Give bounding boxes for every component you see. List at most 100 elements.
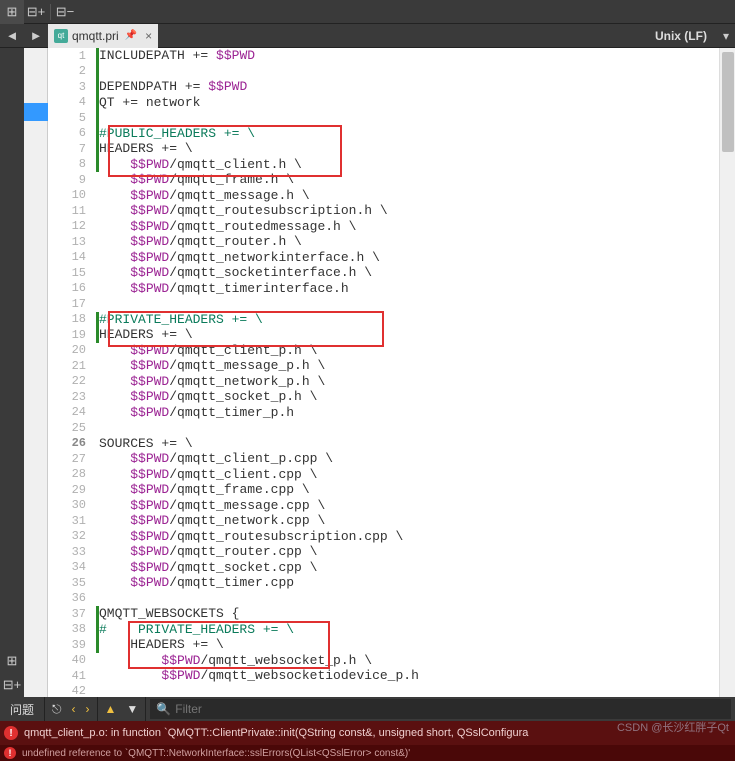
code-line[interactable]: 35 $$PWD/qmqtt_timer.cpp <box>48 575 719 591</box>
code-line[interactable]: 4QT += network <box>48 95 719 111</box>
code-line[interactable]: 18#PRIVATE_HEADERS += \ <box>48 312 719 328</box>
code-line[interactable]: 8 $$PWD/qmqtt_client.h \ <box>48 157 719 173</box>
code-line[interactable]: 33 $$PWD/qmqtt_router.cpp \ <box>48 544 719 560</box>
line-number: 1 <box>48 49 96 63</box>
line-number: 41 <box>48 669 96 683</box>
code-line[interactable]: 42 <box>48 684 719 698</box>
prev-issue-icon[interactable]: ‹ <box>69 702 79 716</box>
code-line[interactable]: 22 $$PWD/qmqtt_network_p.h \ <box>48 374 719 390</box>
code-text: INCLUDEPATH += $$PWD <box>99 48 719 63</box>
code-line[interactable]: 41 $$PWD/qmqtt_websocketiodevice_p.h <box>48 668 719 684</box>
line-number: 29 <box>48 483 96 497</box>
code-line[interactable]: 26SOURCES += \ <box>48 436 719 452</box>
code-line[interactable]: 13 $$PWD/qmqtt_router.h \ <box>48 234 719 250</box>
code-text: $$PWD/qmqtt_client_p.h \ <box>99 343 719 358</box>
code-line[interactable]: 1INCLUDEPATH += $$PWD <box>48 48 719 64</box>
error-row-2[interactable]: ! undefined reference to `QMQTT::Network… <box>0 745 735 761</box>
code-line[interactable]: 29 $$PWD/qmqtt_frame.cpp \ <box>48 482 719 498</box>
code-text: $$PWD/qmqtt_message.h \ <box>99 188 719 203</box>
warning-icon[interactable]: ▲ <box>102 702 120 716</box>
code-text: $$PWD/qmqtt_frame.h \ <box>99 172 719 187</box>
code-text: $$PWD/qmqtt_routedmessage.h \ <box>99 219 719 234</box>
code-line[interactable]: 36 <box>48 591 719 607</box>
code-text: #PRIVATE_HEADERS += \ <box>99 312 719 327</box>
line-number: 4 <box>48 95 96 109</box>
line-number: 32 <box>48 529 96 543</box>
code-text: #PUBLIC_HEADERS += \ <box>99 126 719 141</box>
add-split-icon[interactable]: ⊟+ <box>24 0 48 24</box>
code-text: QMQTT_WEBSOCKETS { <box>99 606 719 621</box>
file-tab-active[interactable]: qt qmqtt.pri 📌 × <box>48 24 158 48</box>
rail-add-icon[interactable]: ⊟+ <box>0 673 24 697</box>
filter-input[interactable] <box>175 702 725 716</box>
code-line[interactable]: 38# PRIVATE_HEADERS += \ <box>48 622 719 638</box>
code-line[interactable]: 21 $$PWD/qmqtt_message_p.h \ <box>48 358 719 374</box>
line-number: 22 <box>48 374 96 388</box>
pin-icon[interactable]: 📌 <box>125 30 137 41</box>
layout-icon[interactable]: ⊞ <box>0 0 24 24</box>
code-line[interactable]: 25 <box>48 420 719 436</box>
code-text: $$PWD/qmqtt_message.cpp \ <box>99 498 719 513</box>
code-text: $$PWD/qmqtt_timerinterface.h <box>99 281 719 296</box>
code-line[interactable]: 31 $$PWD/qmqtt_network.cpp \ <box>48 513 719 529</box>
code-line[interactable]: 12 $$PWD/qmqtt_routedmessage.h \ <box>48 219 719 235</box>
code-line[interactable]: 40 $$PWD/qmqtt_websocket_p.h \ <box>48 653 719 669</box>
line-number: 25 <box>48 421 96 435</box>
error-icon: ! <box>4 726 18 740</box>
code-line[interactable]: 24 $$PWD/qmqtt_timer_p.h <box>48 405 719 421</box>
code-line[interactable]: 39 HEADERS += \ <box>48 637 719 653</box>
code-line[interactable]: 34 $$PWD/qmqtt_socket.cpp \ <box>48 560 719 576</box>
code-line[interactable]: 17 <box>48 296 719 312</box>
line-number: 21 <box>48 359 96 373</box>
code-line[interactable]: 30 $$PWD/qmqtt_message.cpp \ <box>48 498 719 514</box>
code-line[interactable]: 7HEADERS += \ <box>48 141 719 157</box>
code-text: $$PWD/qmqtt_frame.cpp \ <box>99 482 719 497</box>
code-text: $$PWD/qmqtt_socket.cpp \ <box>99 560 719 575</box>
error-row-1[interactable]: ! qmqtt_client_p.o: in function `QMQTT::… <box>0 721 735 745</box>
code-line[interactable]: 28 $$PWD/qmqtt_client.cpp \ <box>48 467 719 483</box>
line-number: 28 <box>48 467 96 481</box>
next-issue-icon[interactable]: › <box>83 702 93 716</box>
code-line[interactable]: 14 $$PWD/qmqtt_networkinterface.h \ <box>48 250 719 266</box>
code-line[interactable]: 2 <box>48 64 719 80</box>
code-line[interactable]: 10 $$PWD/qmqtt_message.h \ <box>48 188 719 204</box>
prev-tab-icon[interactable]: ◄ <box>0 24 24 48</box>
code-line[interactable]: 19HEADERS += \ <box>48 327 719 343</box>
tab-menu-icon[interactable]: ▾ <box>717 29 735 43</box>
code-line[interactable]: 5 <box>48 110 719 126</box>
code-editor[interactable]: 1INCLUDEPATH += $$PWD23DEPENDPATH += $$P… <box>48 48 735 697</box>
scroll-thumb[interactable] <box>722 52 734 152</box>
problems-tab[interactable]: 问题 <box>0 697 45 721</box>
code-line[interactable]: 15 $$PWD/qmqtt_socketinterface.h \ <box>48 265 719 281</box>
next-tab-icon[interactable]: ► <box>24 24 48 48</box>
line-number: 11 <box>48 204 96 218</box>
line-number: 13 <box>48 235 96 249</box>
line-number: 15 <box>48 266 96 280</box>
code-line[interactable]: 27 $$PWD/qmqtt_client_p.cpp \ <box>48 451 719 467</box>
code-text: $$PWD/qmqtt_timer_p.h <box>99 405 719 420</box>
remove-split-icon[interactable]: ⊟− <box>53 0 77 24</box>
line-number: 16 <box>48 281 96 295</box>
filter-box[interactable]: 🔍 <box>150 699 731 719</box>
code-line[interactable]: 3DEPENDPATH += $$PWD <box>48 79 719 95</box>
code-line[interactable]: 16 $$PWD/qmqtt_timerinterface.h <box>48 281 719 297</box>
code-text: $$PWD/qmqtt_client_p.cpp \ <box>99 451 719 466</box>
goto-icon[interactable]: ⎋ <box>49 702 65 717</box>
code-line[interactable]: 20 $$PWD/qmqtt_client_p.h \ <box>48 343 719 359</box>
code-line[interactable]: 9 $$PWD/qmqtt_frame.h \ <box>48 172 719 188</box>
filter-funnel-icon[interactable]: ▼ <box>123 702 141 716</box>
code-line[interactable]: 11 $$PWD/qmqtt_routesubscription.h \ <box>48 203 719 219</box>
line-number: 27 <box>48 452 96 466</box>
close-tab-icon[interactable]: × <box>145 29 152 43</box>
line-ending-label[interactable]: Unix (LF) <box>645 29 717 43</box>
code-line[interactable]: 23 $$PWD/qmqtt_socket_p.h \ <box>48 389 719 405</box>
code-line[interactable]: 32 $$PWD/qmqtt_routesubscription.cpp \ <box>48 529 719 545</box>
vertical-scrollbar[interactable] <box>719 48 735 697</box>
line-number: 10 <box>48 188 96 202</box>
project-panel[interactable] <box>24 48 48 697</box>
code-text: DEPENDPATH += $$PWD <box>99 79 719 94</box>
rail-layout-icon[interactable]: ⊞ <box>0 649 24 673</box>
search-icon: 🔍 <box>156 702 171 716</box>
code-line[interactable]: 37QMQTT_WEBSOCKETS { <box>48 606 719 622</box>
code-line[interactable]: 6#PUBLIC_HEADERS += \ <box>48 126 719 142</box>
